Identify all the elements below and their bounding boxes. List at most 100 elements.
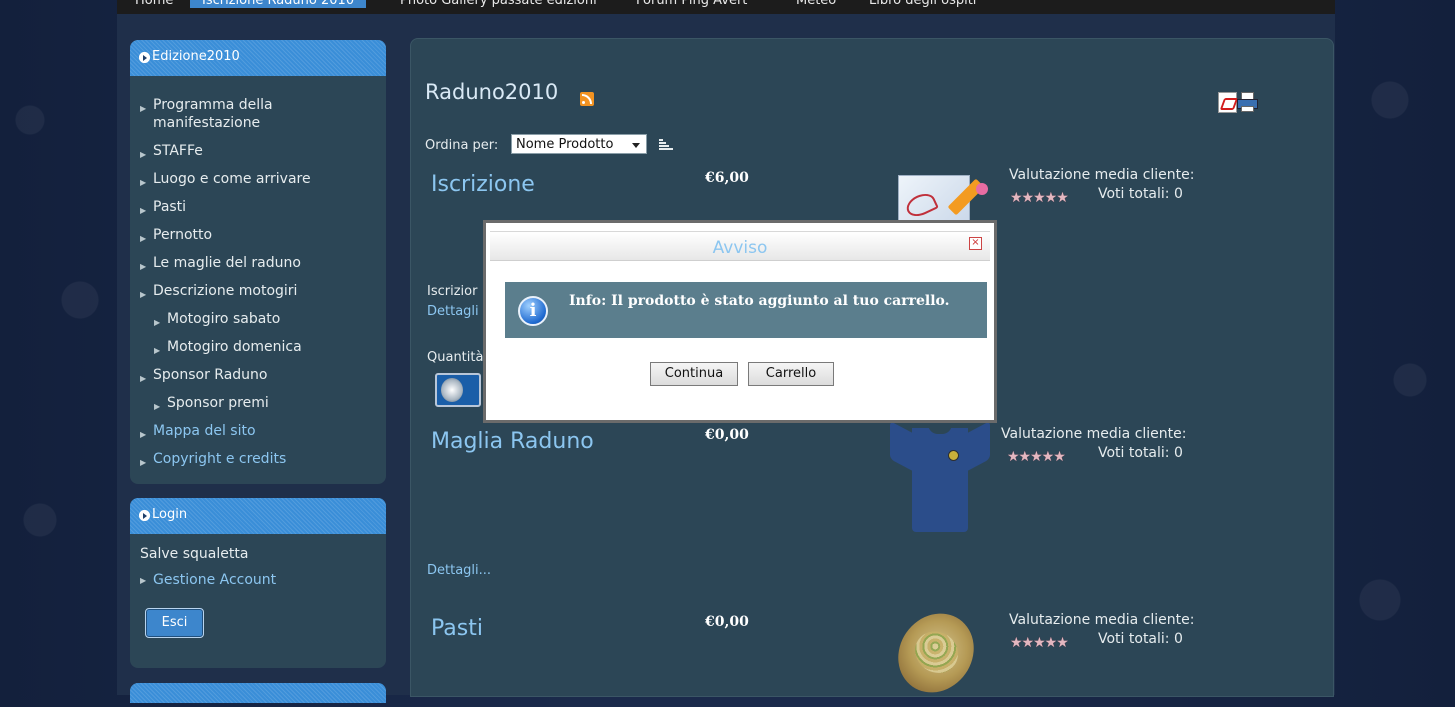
rating-label: Valutazione media cliente: [1001,426,1187,442]
sidebar-item-sponsor-premi[interactable]: ▶ Sponsor premi [130,394,386,422]
sidebar-item-label: Luogo e come arrivare [153,171,311,187]
arrow-icon: ▶ [140,374,147,383]
print-icon[interactable] [1237,92,1258,112]
info-icon: i [518,296,548,326]
nav-home[interactable]: Home [135,0,173,8]
sidebar-edition-header: Edizione2010 [130,40,386,76]
rating-stars-icon: ★★★★★ [1007,449,1066,465]
top-nav: Home Iscrizione Raduno 2010 Photo Galler… [117,0,1335,14]
continue-button[interactable]: Continua [650,362,738,386]
arrow-icon: ▶ [140,262,147,271]
arrow-icon: ▶ [140,576,147,585]
arrow-icon: ▶ [154,318,161,327]
product-image-maglia[interactable] [890,420,990,534]
add-to-cart-button[interactable] [435,373,481,407]
order-select-value: Nome Prodotto [516,137,614,152]
logout-button[interactable]: Esci [145,608,204,638]
arrow-icon: ▶ [140,290,147,299]
sidebar-item-maglie[interactable]: ▶ Le maglie del raduno [130,254,386,282]
sidebar-item-label: Copyright e credits [153,451,287,467]
sidebar-item-label: Descrizione motogiri [153,283,298,299]
arrow-icon: ▶ [154,402,161,411]
sidebar-item-luogo[interactable]: ▶ Luogo e come arrivare [130,170,386,198]
sidebar-edition-title: Edizione2010 [152,49,240,64]
sidebar-item-motogiro-sabato[interactable]: ▶ Motogiro sabato [130,310,386,338]
account-link[interactable]: ▶ Gestione Account [130,562,386,588]
chevron-down-icon [632,143,640,148]
arrow-icon: ▶ [140,458,147,467]
bullet-icon [139,52,150,63]
nav-photo-gallery[interactable]: Photo Gallery passate edizioni [400,0,597,8]
product-price-pasti: €0,00 [705,614,749,630]
arrow-icon: ▶ [140,206,147,215]
dialog-header: Avviso × [490,231,990,261]
sidebar-edition-box: Edizione2010 ▶ Programma della manifestaz… [130,40,386,484]
sidebar-item-copyright[interactable]: ▶ Copyright e credits [130,450,386,478]
login-greeting: Salve squaletta [140,546,249,562]
arrow-icon: ▶ [154,346,161,355]
sidebar-item-mappa[interactable]: ▶ Mappa del sito [130,422,386,450]
sidebar-item-label: Motogiro sabato [167,311,281,327]
account-link-label: Gestione Account [153,572,277,588]
notice-dialog: Avviso × i Info: Il prodotto è stato agg… [483,220,997,423]
cart-button[interactable]: Carrello [748,362,834,386]
sidebar-item-sponsor-raduno[interactable]: ▶ Sponsor Raduno [130,366,386,394]
votes-count: Voti totali: 0 [1098,631,1183,647]
rating-label: Valutazione media cliente: [1009,167,1195,183]
pdf-icon[interactable] [1218,92,1237,113]
rating-stars-icon: ★★★★★ [1010,190,1069,206]
sidebar-item-label: Le maglie del raduno [153,255,301,271]
sidebar-item-programma[interactable]: ▶ Programma della manifestazione [130,90,386,142]
sidebar-item-label: Programma della manifestazione [153,97,273,131]
arrow-icon: ▶ [140,430,147,439]
nav-meteo[interactable]: Meteo [796,0,836,8]
sidebar-login-box: Login Salve squaletta ▶ Gestione Account … [130,498,386,668]
info-message-box: i Info: Il prodotto è stato aggiunto al … [505,282,987,338]
nav-guestbook[interactable]: Libro degli ospiti [869,0,976,8]
sidebar-item-label: Motogiro domenica [167,339,302,355]
arrow-icon: ▶ [140,150,147,159]
arrow-icon: ▶ [140,234,147,243]
product-price-iscrizione: €6,00 [705,170,749,186]
product-name-maglia[interactable]: Maglia Raduno [431,429,594,454]
votes-count: Voti totali: 0 [1098,445,1183,461]
nav-forum[interactable]: Forum Ping Avert [636,0,747,8]
sort-icon[interactable] [659,139,673,151]
order-select[interactable]: Nome Prodotto [511,134,647,154]
nav-iscrizione[interactable]: Iscrizione Raduno 2010 [190,0,367,8]
info-message: Info: Il prodotto è stato aggiunto al tu… [569,293,950,309]
product-name-iscrizione[interactable]: Iscrizione [431,172,535,197]
bullet-icon [139,510,150,521]
votes-count: Voti totali: 0 [1098,186,1183,202]
details-link[interactable]: Dettagli... [427,563,491,578]
sidebar-item-motogiri[interactable]: ▶ Descrizione motogiri [130,282,386,310]
order-label: Ordina per: [425,138,499,153]
close-icon[interactable]: × [969,237,982,250]
sidebar-item-motogiro-domenica[interactable]: ▶ Motogiro domenica [130,338,386,366]
sidebar-item-label: Sponsor Raduno [153,367,268,383]
sidebar-item-label: Pasti [153,199,187,215]
product-name-pasti[interactable]: Pasti [431,616,483,641]
sidebar-item-pernotto[interactable]: ▶ Pernotto [130,226,386,254]
sidebar-login-title: Login [152,507,188,522]
rating-label: Valutazione media cliente: [1009,612,1195,628]
product-price-maglia: €0,00 [705,427,749,443]
sidebar-item-label: Sponsor premi [167,395,269,411]
arrow-icon: ▶ [140,104,147,113]
rating-stars-icon: ★★★★★ [1010,635,1069,651]
sidebar-menu: ▶ Programma della manifestazione ▶ STAFFe … [130,76,386,478]
product-image-iscrizione[interactable] [896,173,992,223]
arrow-icon: ▶ [140,178,147,187]
sidebar-login-header: Login [130,498,386,534]
sidebar-next-box [130,683,386,703]
sidebar-item-pasti[interactable]: ▶ Pasti [130,198,386,226]
page-title: Raduno2010 [425,80,559,104]
quantity-label: Quantità [427,350,484,365]
dialog-title: Avviso [712,238,768,258]
details-link[interactable]: Dettagli [427,304,479,319]
sidebar-item-label: STAFFe [153,143,203,159]
sidebar-item-label: Mappa del sito [153,423,256,439]
product-description: Iscrizior [427,284,478,299]
rss-icon[interactable] [580,92,594,106]
sidebar-item-staffe[interactable]: ▶ STAFFe [130,142,386,170]
